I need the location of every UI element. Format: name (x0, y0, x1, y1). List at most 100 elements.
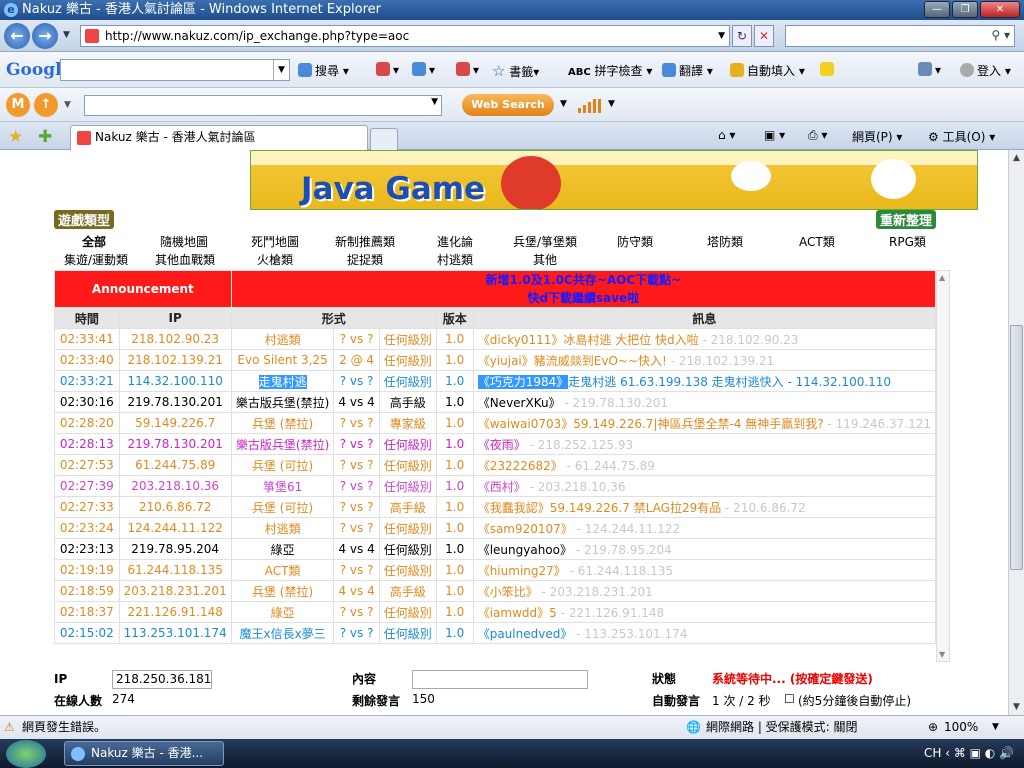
category-link[interactable]: 隨機地圖 (160, 233, 208, 250)
category-link[interactable]: 防守類 (617, 233, 653, 250)
message-user[interactable]: 《我蠢我認》 (478, 501, 550, 515)
zoom-level[interactable]: 100% (944, 716, 978, 739)
row-ip[interactable]: 113.253.101.174 (118, 622, 232, 644)
scroll-down-icon[interactable]: ▼ (939, 650, 945, 659)
autofill-button[interactable]: 自動填入 ▾ (730, 62, 805, 79)
url-dropdown-icon[interactable]: ▼ (718, 26, 725, 46)
row-ip[interactable]: 114.32.100.110 (118, 370, 232, 392)
message-user[interactable]: 《sam920107》 (478, 522, 573, 536)
signal-icon[interactable] (578, 99, 601, 113)
m-logo-icon[interactable]: M (6, 93, 30, 117)
forward-button[interactable]: → (32, 23, 58, 49)
start-button[interactable] (6, 740, 46, 768)
page-scroll-thumb[interactable] (1010, 325, 1023, 570)
scroll-up-icon[interactable]: ▲ (939, 273, 945, 282)
row-ip[interactable]: 59.149.226.7 (118, 412, 232, 434)
row-ip[interactable]: 218.102.139.21 (118, 349, 232, 371)
table-row[interactable]: 02:33:21 114.32.100.110 走鬼村逃? vs ? 任何級別 1.0 《… (54, 370, 937, 392)
table-row[interactable]: 02:33:41 218.102.90.23 村逃類? vs ? 任何級別 1.0 《di… (54, 328, 937, 350)
table-row[interactable]: 02:23:13 219.78.95.204 綠亞 4 vs 4 任何級別 1.0 《leu… (54, 538, 937, 560)
message-user[interactable]: 《小笨比》 (478, 585, 538, 599)
message-user[interactable]: 《23222682》 (478, 459, 563, 473)
table-row[interactable]: 02:27:53 61.244.75.89 兵堡 (可拉)? vs ? 任何級別 1.0… (54, 454, 937, 476)
language-indicator[interactable]: CH (924, 746, 941, 760)
row-ip[interactable]: 219.78.95.204 (118, 538, 232, 560)
category-link[interactable]: 塔防類 (707, 233, 743, 250)
taskbar-ie-button[interactable]: Nakuz 樂古 - 香港... (64, 741, 224, 766)
history-dropdown-icon[interactable]: ▼ (63, 30, 70, 40)
category-link[interactable]: RPG類 (889, 233, 926, 250)
google-search-button[interactable]: 搜尋 ▾ (298, 62, 349, 79)
row-ip[interactable]: 221.126.91.148 (118, 601, 232, 623)
category-link[interactable]: 進化論 (437, 233, 473, 250)
highlighter-icon[interactable] (820, 62, 837, 77)
wrench-icon[interactable]: ▾ (918, 62, 941, 77)
table-scrollbar[interactable]: ▲ ▼ (936, 270, 950, 662)
row-ip[interactable]: 219.78.130.201 (118, 433, 232, 455)
java-game-banner[interactable]: Java Game (250, 150, 978, 210)
table-row[interactable]: 02:33:40 218.102.139.21 Evo Silent 3,25 2 @… (54, 349, 937, 371)
category-link[interactable]: 集遊/運動類 (64, 251, 128, 268)
category-link[interactable]: 其他 (533, 251, 557, 268)
row-ip[interactable]: 61.244.75.89 (118, 454, 232, 476)
table-row[interactable]: 02:19:19 61.244.118.135 ACT類? vs ? 任何級別 1.0 《… (54, 559, 937, 581)
message-user[interactable]: 《西村》 (478, 480, 526, 494)
bookmarks-button[interactable]: ☆ 書籤▾ (492, 62, 539, 80)
page-menu[interactable]: 網頁(P) ▾ (852, 128, 902, 145)
tray-icons[interactable]: ‹ ⌘ ▣ ◐ 🔊 (945, 746, 1014, 760)
search-icon[interactable]: ⚲ ▾ (991, 28, 1010, 42)
signin-button[interactable]: 登入 ▾ (960, 62, 1011, 79)
table-row[interactable]: 02:28:20 59.149.226.7 兵堡 (禁拉)? vs ? 專家級 1.0 《… (54, 412, 937, 434)
live-search-box[interactable]: ⚲ ▾ (785, 25, 1015, 47)
close-window-button[interactable]: ✕ (980, 1, 1020, 18)
message-user[interactable]: 《paulnedved》 (478, 627, 573, 641)
page-scroll-down-icon[interactable]: ▼ (1009, 699, 1024, 715)
message-user[interactable]: 《dicky0111》 (478, 333, 564, 347)
m-dropdown-icon[interactable]: ▼ (64, 100, 71, 110)
url-field[interactable]: http://www.nakuz.com/ip_exchange.php?typ… (80, 25, 730, 47)
table-row[interactable]: 02:18:59 203.218.231.201 兵堡 (禁拉) 4 vs 4 高手級 1… (54, 580, 937, 602)
spellcheck-button[interactable]: ABC 拼字檢查 ▾ (568, 62, 652, 79)
content-input[interactable] (412, 670, 588, 689)
message-user[interactable]: 《iamwdd》 (478, 606, 549, 620)
message-user[interactable]: 《waiwai0703》 (478, 417, 574, 431)
table-row[interactable]: 02:27:33 210.6.86.72 兵堡 (可拉)? vs ? 高手級 1.0 《我… (54, 496, 937, 518)
refresh-link[interactable]: 重新整理 (876, 210, 937, 229)
auto-post-checkbox[interactable]: ☐ (784, 692, 795, 706)
message-user[interactable]: 《夜雨》 (478, 438, 526, 452)
message-user[interactable]: 《hiuming27》 (478, 564, 566, 578)
message-user[interactable]: 《NeverXKu》 (478, 396, 561, 410)
print-button[interactable]: ⎙ ▾ (808, 128, 827, 143)
back-button[interactable]: ← (4, 23, 30, 49)
plus-icon[interactable]: ▾ (412, 62, 435, 77)
category-link[interactable]: 捉捉類 (347, 251, 383, 268)
table-row[interactable]: 02:23:24 124.244.11.122 村逃類? vs ? 任何級別 1.0 《s… (54, 517, 937, 539)
table-row[interactable]: 02:28:13 219.78.130.201 樂古版兵堡(禁拉)? vs ? 任何級… (54, 433, 937, 455)
page-scrollbar[interactable]: ▲ ▼ (1008, 150, 1024, 715)
new-tab-button[interactable] (370, 128, 398, 150)
category-link[interactable]: 村逃類 (437, 251, 473, 268)
m-up-icon[interactable]: ↑ (34, 93, 58, 117)
refresh-button[interactable]: ↻ (732, 25, 752, 47)
row-ip[interactable]: 210.6.86.72 (118, 496, 232, 518)
category-link[interactable]: 火槍類 (257, 251, 293, 268)
row-ip[interactable]: 203.218.10.36 (118, 475, 232, 497)
row-ip[interactable]: 203.218.231.201 (118, 580, 232, 602)
warning-icon[interactable]: ⚠ (4, 716, 15, 739)
page-error-text[interactable]: 網頁發生錯誤。 (22, 716, 106, 739)
tools-menu[interactable]: ⚙ 工具(O) ▾ (928, 128, 995, 145)
google-search-input[interactable]: ▼ (60, 59, 290, 81)
message-user[interactable]: 《yiujai》 (478, 354, 534, 368)
row-ip[interactable]: 218.102.90.23 (118, 328, 232, 350)
translate-button[interactable]: 翻譯 ▾ (662, 62, 713, 79)
message-user[interactable]: 《leungyahoo》 (478, 543, 572, 557)
google-dropdown-icon[interactable]: ▼ (273, 60, 289, 80)
minimize-button[interactable]: — (924, 1, 950, 18)
web-search-dropdown-icon[interactable]: ▼ (560, 99, 567, 109)
row-ip[interactable]: 219.78.130.201 (118, 391, 232, 413)
web-search-button[interactable]: Web Search (462, 94, 554, 116)
category-link[interactable]: 死鬥地圖 (251, 233, 299, 250)
popup-blocker-icon[interactable]: ▾ (456, 62, 479, 77)
table-row[interactable]: 02:15:02 113.253.101.174 魔王x信長x夢三? vs ? 任何級… (54, 622, 937, 644)
tab-nakuz[interactable]: Nakuz 樂古 - 香港人氣討論區 (70, 125, 368, 150)
